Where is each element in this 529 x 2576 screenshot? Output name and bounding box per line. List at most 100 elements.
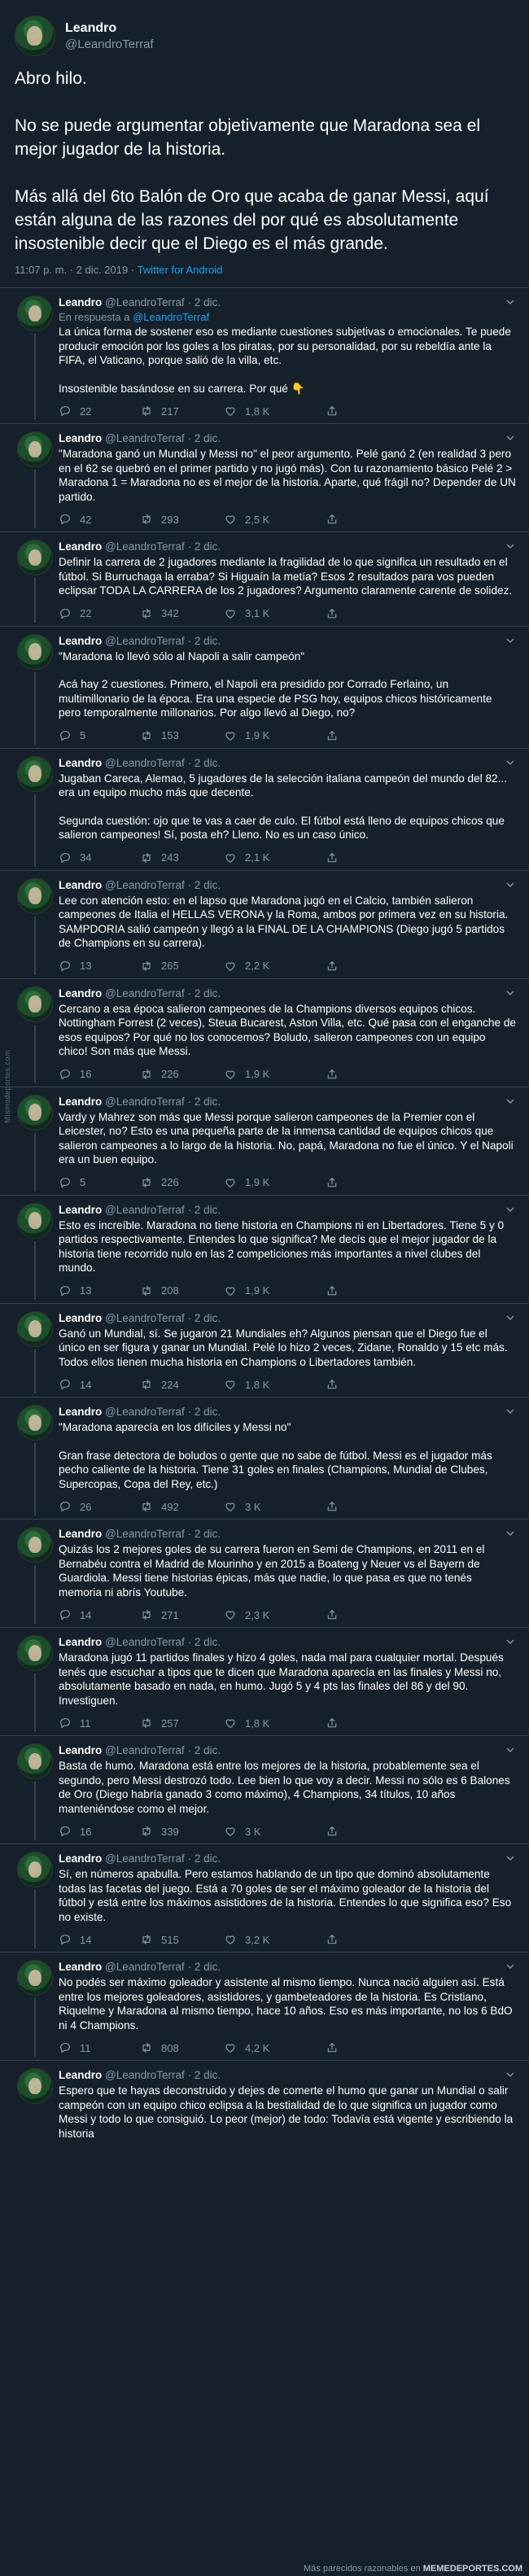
- author-name[interactable]: Leandro: [59, 1961, 102, 1973]
- like-action[interactable]: 4,2 K: [224, 2041, 326, 2054]
- avatar[interactable]: [17, 1960, 53, 1996]
- chevron-down-icon[interactable]: [506, 991, 514, 995]
- share-action[interactable]: [326, 1176, 342, 1189]
- chevron-down-icon[interactable]: [506, 1747, 514, 1752]
- chevron-down-icon[interactable]: [506, 638, 514, 643]
- share-action[interactable]: [326, 851, 342, 864]
- main-tweet-author[interactable]: Leandro @LeandroTerraf: [65, 20, 154, 52]
- avatar[interactable]: [17, 755, 53, 792]
- reply-date[interactable]: 2 dic.: [195, 757, 221, 769]
- chevron-down-icon[interactable]: [506, 1207, 514, 1212]
- retweet-action[interactable]: 243: [140, 851, 224, 864]
- retweet-action[interactable]: 293: [140, 513, 224, 526]
- thread-reply[interactable]: Leandro @LeandroTerraf · 2 dic. Basta de…: [0, 1736, 529, 1844]
- thread-reply[interactable]: Leandro @LeandroTerraf · 2 dic. Lee con …: [0, 871, 529, 979]
- author-name[interactable]: Leandro: [59, 2069, 102, 2081]
- author-handle[interactable]: @LeandroTerraf: [105, 540, 185, 553]
- like-action[interactable]: 1,8 K: [224, 405, 326, 418]
- avatar[interactable]: [17, 633, 53, 670]
- share-action[interactable]: [326, 1608, 342, 1621]
- retweet-action[interactable]: 271: [140, 1608, 224, 1621]
- retweet-action[interactable]: 339: [140, 1825, 224, 1838]
- thread-reply[interactable]: Leandro @LeandroTerraf · 2 dic. Ganó un …: [0, 1304, 529, 1397]
- reply-date[interactable]: 2 dic.: [195, 432, 221, 444]
- retweet-action[interactable]: 492: [140, 1500, 224, 1513]
- thread-reply[interactable]: Leandro @LeandroTerraf · 2 dic. Definir …: [0, 532, 529, 627]
- avatar[interactable]: [17, 1527, 53, 1563]
- chevron-down-icon[interactable]: [506, 1964, 514, 1969]
- reply-date[interactable]: 2 dic.: [195, 1961, 221, 1973]
- share-action[interactable]: [326, 405, 342, 418]
- like-action[interactable]: 3 K: [224, 1825, 326, 1838]
- avatar[interactable]: [17, 986, 53, 1022]
- avatar[interactable]: [17, 540, 53, 575]
- author-handle[interactable]: @LeandroTerraf: [105, 1852, 185, 1865]
- share-action[interactable]: [326, 1068, 342, 1081]
- author-name[interactable]: Leandro: [59, 1744, 102, 1756]
- like-action[interactable]: 2,5 K: [224, 513, 326, 526]
- thread-reply[interactable]: Leandro @LeandroTerraf · 2 dic. Vardy y …: [0, 1087, 529, 1196]
- retweet-action[interactable]: 265: [140, 960, 224, 973]
- avatar[interactable]: [17, 1094, 53, 1131]
- chevron-down-icon[interactable]: [506, 1099, 514, 1104]
- reply-action[interactable]: 13: [59, 960, 140, 973]
- reply-action[interactable]: 22: [59, 405, 140, 418]
- reply-action[interactable]: 5: [59, 1176, 140, 1189]
- avatar[interactable]: [17, 1852, 53, 1887]
- tweet-timestamp[interactable]: 11:07 p. m. · 2 dic. 2019 ·: [15, 264, 138, 276]
- reply-action[interactable]: 11: [59, 2041, 140, 2054]
- like-action[interactable]: 2,3 K: [224, 1608, 326, 1621]
- thread-reply[interactable]: Leandro @LeandroTerraf · 2 dic. "Maradon…: [0, 1397, 529, 1520]
- author-name[interactable]: Leandro: [59, 1852, 102, 1865]
- author-name[interactable]: Leandro: [59, 1312, 102, 1324]
- thread-reply[interactable]: Leandro @LeandroTerraf · 2 dic. Sí, en n…: [0, 1844, 529, 1953]
- like-action[interactable]: 1,8 K: [224, 1717, 326, 1730]
- avatar[interactable]: [17, 2068, 53, 2104]
- avatar[interactable]: [17, 1743, 53, 1779]
- author-handle[interactable]: @LeandroTerraf: [105, 987, 185, 999]
- retweet-action[interactable]: 226: [140, 1068, 224, 1081]
- share-action[interactable]: [326, 1500, 342, 1513]
- share-action[interactable]: [326, 1284, 342, 1297]
- author-name[interactable]: Leandro: [59, 1406, 102, 1418]
- reply-date[interactable]: 2 dic.: [195, 987, 221, 999]
- like-action[interactable]: 3,1 K: [224, 607, 326, 620]
- like-action[interactable]: 3,2 K: [224, 1933, 326, 1946]
- avatar[interactable]: [17, 1202, 53, 1239]
- reply-date[interactable]: 2 dic.: [195, 1636, 221, 1648]
- author-handle[interactable]: @LeandroTerraf: [105, 1204, 185, 1216]
- author-handle[interactable]: @LeandroTerraf: [105, 432, 185, 444]
- chevron-down-icon[interactable]: [506, 1639, 514, 1644]
- retweet-action[interactable]: 257: [140, 1717, 224, 1730]
- author-handle[interactable]: @LeandroTerraf: [105, 757, 185, 769]
- reply-date[interactable]: 2 dic.: [195, 296, 221, 308]
- retweet-action[interactable]: 217: [140, 405, 224, 418]
- thread-reply[interactable]: Leandro @LeandroTerraf · 2 dic. "Maradon…: [0, 424, 529, 532]
- thread-reply[interactable]: Leandro @LeandroTerraf · 2 dic. Esto es …: [0, 1196, 529, 1304]
- reply-date[interactable]: 2 dic.: [195, 1312, 221, 1324]
- chevron-down-icon[interactable]: [506, 882, 514, 887]
- reply-date[interactable]: 2 dic.: [195, 635, 221, 647]
- share-action[interactable]: [326, 1825, 342, 1838]
- share-action[interactable]: [326, 729, 342, 742]
- retweet-action[interactable]: 208: [140, 1284, 224, 1297]
- retweet-action[interactable]: 342: [140, 607, 224, 620]
- chevron-down-icon[interactable]: [506, 435, 514, 440]
- thread-reply[interactable]: Leandro @LeandroTerraf · 2 dic. Jugaban …: [0, 749, 529, 871]
- like-action[interactable]: 1,8 K: [224, 1378, 326, 1391]
- share-action[interactable]: [326, 960, 342, 973]
- share-action[interactable]: [326, 607, 342, 620]
- author-handle[interactable]: @LeandroTerraf: [105, 1636, 185, 1648]
- thread-reply[interactable]: Leandro @LeandroTerraf · 2 dic. No podés…: [0, 1953, 529, 2061]
- chevron-down-icon[interactable]: [506, 1409, 514, 1414]
- reply-date[interactable]: 2 dic.: [195, 1406, 221, 1418]
- share-action[interactable]: [326, 513, 342, 526]
- reply-date[interactable]: 2 dic.: [195, 1852, 221, 1865]
- author-handle[interactable]: @LeandroTerraf: [105, 1528, 185, 1540]
- author-name[interactable]: Leandro: [59, 540, 102, 553]
- reply-action[interactable]: 14: [59, 1933, 140, 1946]
- thread-reply[interactable]: Leandro @LeandroTerraf · 2 dic. Quizás l…: [0, 1520, 529, 1628]
- author-handle[interactable]: @LeandroTerraf: [105, 1096, 185, 1108]
- like-action[interactable]: 1,9 K: [224, 1068, 326, 1081]
- avatar[interactable]: [17, 1405, 53, 1441]
